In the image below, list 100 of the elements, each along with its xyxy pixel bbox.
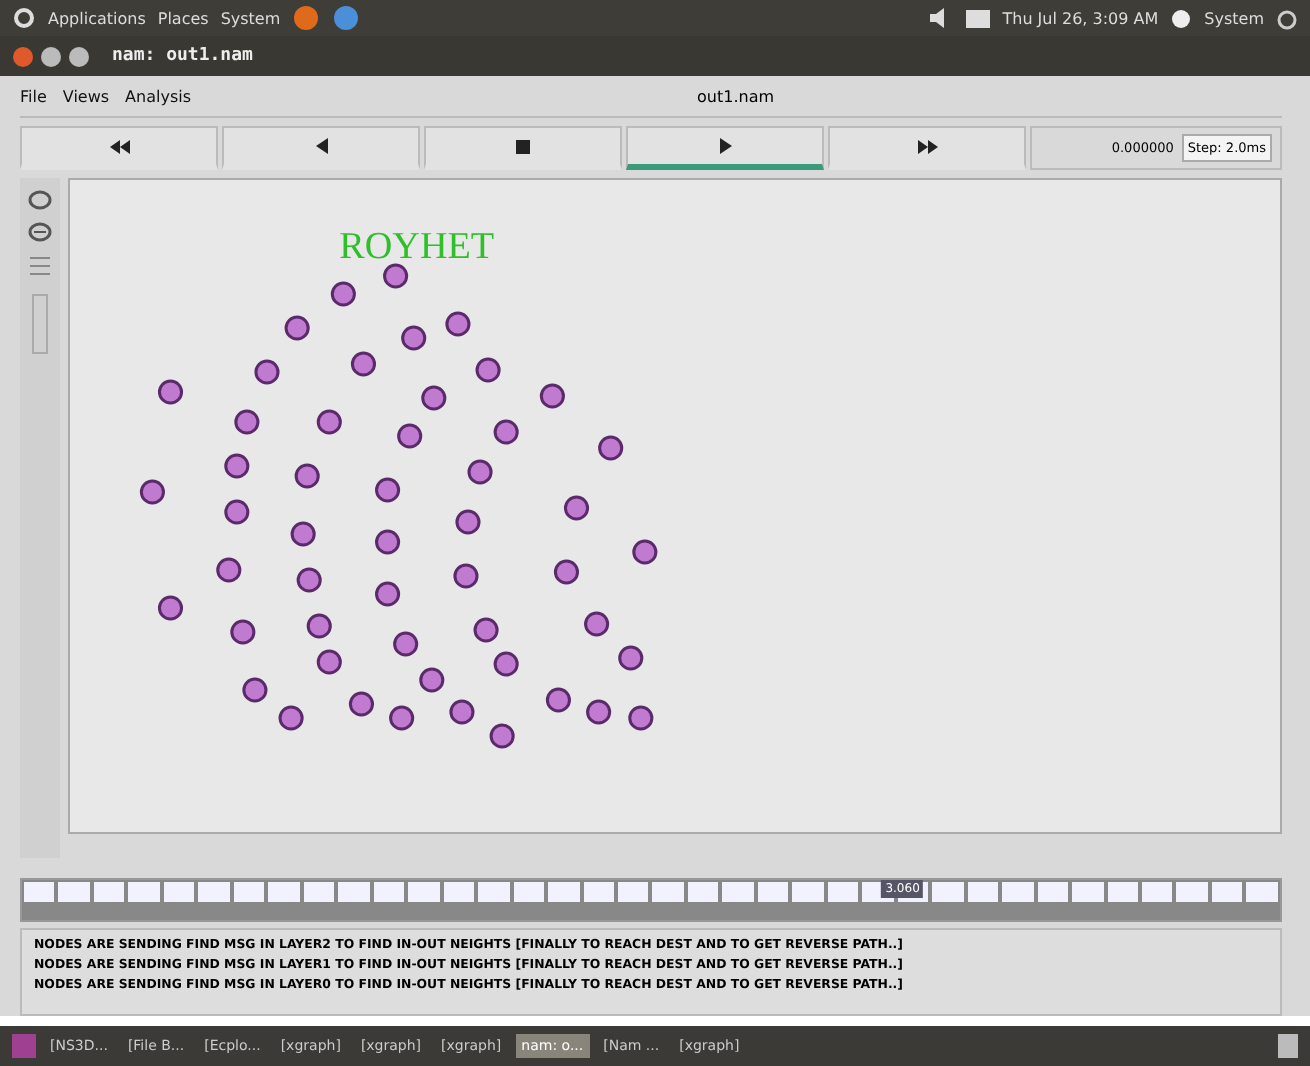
network-node[interactable]: [493, 419, 519, 445]
timeline-tick: [827, 882, 859, 902]
network-node[interactable]: [455, 509, 481, 535]
timeline-tick: [932, 882, 964, 902]
network-node[interactable]: [493, 651, 519, 677]
user-menu[interactable]: System: [1204, 9, 1264, 27]
menu-item[interactable]: Analysis: [125, 87, 192, 105]
network-node[interactable]: [350, 351, 376, 377]
network-node[interactable]: [375, 477, 401, 503]
network-node[interactable]: [224, 453, 250, 479]
network-node[interactable]: [383, 263, 409, 289]
network-node[interactable]: [316, 409, 342, 435]
network-node[interactable]: [618, 645, 644, 671]
timeline-tick: [268, 882, 300, 902]
timeline-tick: [792, 882, 824, 902]
network-node[interactable]: [586, 699, 612, 725]
network-node[interactable]: [553, 559, 580, 585]
timeline-tick: [722, 882, 754, 902]
file-name: out1.nam: [697, 87, 775, 105]
network-node[interactable]: [278, 705, 304, 731]
network-node[interactable]: [157, 595, 184, 621]
timeline-tick: [1142, 882, 1173, 902]
network-node[interactable]: [632, 539, 658, 565]
timeline-tick: [198, 882, 230, 902]
timeline-tick: [967, 882, 999, 902]
timeline-tick: [58, 882, 90, 902]
maximize-icon[interactable]: [68, 45, 90, 67]
panel-menu[interactable]: Applications: [48, 9, 146, 27]
network-node[interactable]: [216, 557, 242, 583]
timeline-tick: [617, 882, 649, 902]
timeline-tick: [1002, 882, 1034, 902]
timeline-tick: [303, 882, 335, 902]
annotation-label: ROYHET: [339, 226, 495, 268]
timeline-tick: [443, 882, 475, 902]
network-node[interactable]: [224, 499, 250, 525]
timeline-tick: [233, 882, 265, 902]
panel-menu[interactable]: System: [220, 9, 281, 27]
network-node[interactable]: [316, 649, 342, 675]
network-node[interactable]: [453, 563, 479, 589]
network-node[interactable]: [375, 529, 401, 555]
network-node[interactable]: [563, 495, 590, 521]
panel-menu[interactable]: Places: [157, 9, 209, 27]
timeline-tick: [24, 882, 55, 902]
network-node[interactable]: [290, 521, 316, 547]
playback-button[interactable]: [424, 126, 622, 170]
network-node[interactable]: [628, 705, 654, 731]
network-node[interactable]: [445, 311, 471, 337]
timeline-tick: [687, 882, 719, 902]
play-icon: [719, 138, 731, 154]
network-node[interactable]: [539, 383, 565, 409]
slider-icon[interactable]: [32, 294, 48, 354]
timeline-tick: [1176, 882, 1208, 902]
network-node[interactable]: [348, 691, 374, 717]
network-node[interactable]: [489, 723, 515, 749]
network-node[interactable]: [421, 385, 447, 411]
minimize-icon[interactable]: [40, 45, 62, 67]
network-node[interactable]: [401, 325, 427, 351]
timeline-tick: [408, 882, 440, 902]
timeline-tick: [1246, 882, 1278, 902]
network-node[interactable]: [294, 463, 320, 489]
network-node[interactable]: [306, 613, 332, 639]
network-node[interactable]: [449, 699, 475, 725]
timeline-tick: [128, 882, 160, 902]
network-node[interactable]: [330, 281, 356, 307]
network-node[interactable]: [284, 315, 310, 341]
timeline-tick: [163, 882, 195, 902]
network-node[interactable]: [139, 479, 165, 505]
power-icon[interactable]: [1276, 7, 1298, 29]
timeline-tick: [652, 882, 684, 902]
timeline-tick: [583, 882, 614, 902]
clock[interactable]: Thu Jul 26, 3:09 AM: [1002, 9, 1159, 27]
zoom-out-icon[interactable]: [28, 222, 52, 242]
timeline-tick: [1211, 882, 1243, 902]
close-icon[interactable]: [12, 45, 34, 67]
network-node[interactable]: [473, 617, 499, 643]
timeline-tick: [478, 882, 510, 902]
network-node[interactable]: [419, 667, 445, 693]
network-node[interactable]: [230, 619, 256, 645]
network-node[interactable]: [296, 567, 322, 593]
network-node[interactable]: [375, 581, 401, 607]
network-node[interactable]: [389, 705, 415, 731]
network-node[interactable]: [598, 435, 624, 461]
zoom-in-icon[interactable]: [28, 190, 52, 210]
network-node[interactable]: [234, 409, 260, 435]
network-node[interactable]: [157, 379, 184, 405]
network-node[interactable]: [393, 631, 419, 657]
network-node[interactable]: [397, 423, 423, 449]
rewind-icon: [109, 139, 129, 153]
timeline-tick: [513, 882, 545, 902]
back-icon: [315, 138, 327, 154]
network-node[interactable]: [242, 677, 268, 703]
menu-item[interactable]: Views: [62, 87, 110, 105]
network-node[interactable]: [475, 357, 501, 383]
network-node[interactable]: [467, 459, 493, 485]
network-node[interactable]: [254, 359, 280, 385]
menu-item[interactable]: File: [20, 87, 47, 105]
timeline-tick: [1072, 882, 1104, 902]
network-node[interactable]: [545, 687, 571, 713]
network-node[interactable]: [584, 611, 610, 637]
logo-icon: [12, 6, 36, 30]
